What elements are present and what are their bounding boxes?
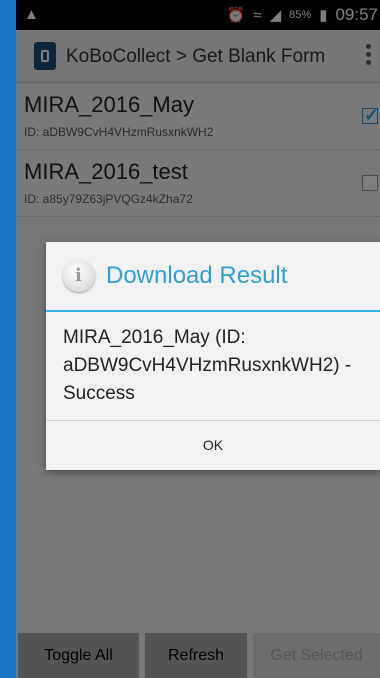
dialog-header: i Download Result [46,242,380,312]
phone-screen: ▲ ⏰ ≈ ◢ 85% ▮ 09:57 KoBoCollect > Get Bl… [16,0,380,678]
dialog-title: Download Result [106,262,288,289]
dialog-message: MIRA_2016_May (ID: aDBW9CvH4VHzmRusxnkWH… [63,327,352,404]
info-icon: i [63,260,95,292]
ok-button[interactable]: OK [46,420,380,470]
download-result-dialog: i Download Result MIRA_2016_May (ID: aDB… [46,242,380,470]
